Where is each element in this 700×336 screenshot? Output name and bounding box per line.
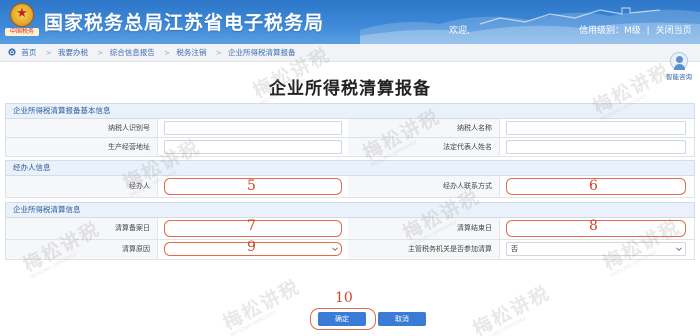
handler-input[interactable]: 5 xyxy=(164,178,342,195)
annotation-step-number: 10 xyxy=(335,290,353,306)
form-row: 经办人 5 经办人联系方式 6 xyxy=(5,176,695,198)
consultant-avatar-icon xyxy=(670,52,688,70)
watermark-sub: MEISONG JIANGSHUI xyxy=(479,315,528,336)
watermark: 梅松讲税 MEISONG JIANGSHUI xyxy=(468,278,557,336)
form-row: 清算原因 9 主管税务机关是否参加清算 否 xyxy=(5,239,695,260)
annotation-step-number: 9 xyxy=(247,239,256,255)
breadcrumb-my-tax[interactable]: 我要办税 xyxy=(58,48,88,57)
watermark-text: 梅松讲税 xyxy=(469,281,555,336)
section-basic-info-heading: 企业所得税清算报备基本信息 xyxy=(5,103,695,119)
section-handler-heading: 经办人信息 xyxy=(5,160,695,176)
tax-emblem-logo: ★ 中国税务 xyxy=(5,3,39,37)
taxpayer-id-input[interactable] xyxy=(164,121,342,135)
annotation-step-number: 5 xyxy=(247,178,256,194)
annotation-step-number: 6 xyxy=(589,178,598,194)
close-page-link[interactable]: 关闭当页 xyxy=(656,26,692,36)
page: ★ 中国税务 国家税务总局江苏省电子税务局 欢迎, 信用级别：M级 | 关闭当页… xyxy=(0,0,700,336)
tax-authority-participation-select[interactable]: 否 xyxy=(506,242,686,256)
cancel-button[interactable]: 取消 xyxy=(378,312,426,326)
breadcrumb-info-report[interactable]: 综合信息报告 xyxy=(110,48,155,57)
chevron-down-icon xyxy=(676,247,682,251)
user-info: 信用级别：M级 | 关闭当页 xyxy=(579,23,692,36)
great-wall-banner xyxy=(360,7,700,44)
business-address-input[interactable] xyxy=(164,140,342,154)
taxpayer-name-input[interactable] xyxy=(506,121,686,135)
watermark-sub: MEISONG JIANGSHUI xyxy=(229,309,278,336)
breadcrumb-deregistration[interactable]: 税务注销 xyxy=(176,48,206,57)
watermark: 梅松讲税 MEISONG JIANGSHUI xyxy=(218,272,307,336)
selected-value: 否 xyxy=(511,245,518,253)
chevron-right-icon: > xyxy=(97,49,104,57)
form-row: 清算备案日 7 清算结束日 8 xyxy=(5,218,695,240)
confirm-button[interactable]: 确定 xyxy=(318,312,366,326)
annotation-step-number: 7 xyxy=(247,218,256,234)
home-icon[interactable] xyxy=(8,48,16,56)
field-label: 清算原因 xyxy=(6,240,158,259)
annotation-step-number: 8 xyxy=(589,218,598,234)
form-row: 纳税人识别号 纳税人名称 xyxy=(5,119,695,138)
handler-contact-input[interactable]: 6 xyxy=(506,178,686,195)
site-title: 国家税务总局江苏省电子税务局 xyxy=(44,12,325,34)
field-label: 纳税人识别号 xyxy=(6,119,158,137)
field-label: 主管税务机关是否参加清算 xyxy=(348,240,500,259)
field-label: 清算结束日 xyxy=(348,218,500,239)
chevron-right-icon: > xyxy=(215,49,222,57)
liquidation-reason-select[interactable]: 9 xyxy=(164,239,342,256)
form-row: 生产经营地址 法定代表人姓名 xyxy=(5,138,695,157)
chevron-right-icon: > xyxy=(45,49,52,57)
legal-rep-name-input[interactable] xyxy=(506,140,686,154)
chevron-down-icon xyxy=(332,247,338,251)
site-header: ★ 中国税务 国家税务总局江苏省电子税务局 欢迎, 信用级别：M级 | 关闭当页 xyxy=(0,0,700,44)
liquidation-filing-date-input[interactable]: 7 xyxy=(164,218,342,237)
emblem-text: 中国税务 xyxy=(5,28,39,36)
breadcrumb-home[interactable]: 首页 xyxy=(21,48,36,57)
watermark-text: 梅松讲税 xyxy=(219,275,305,335)
field-label: 清算备案日 xyxy=(6,218,158,239)
section-liquidation-heading: 企业所得税清算信息 xyxy=(5,202,695,218)
separator: | xyxy=(646,26,650,36)
liquidation-end-date-input[interactable]: 8 xyxy=(506,218,686,237)
breadcrumb: 首页 > 我要办税 > 综合信息报告 > 税务注销 > 企业所得税清算报备 xyxy=(0,44,700,62)
field-label: 生产经营地址 xyxy=(6,138,158,156)
page-title: 企业所得税清算报备 xyxy=(269,79,431,99)
chevron-right-icon: > xyxy=(164,49,170,57)
field-label: 纳税人名称 xyxy=(348,119,500,137)
field-label: 经办人联系方式 xyxy=(348,176,500,197)
welcome-text: 欢迎, xyxy=(449,26,470,36)
breadcrumb-current: 企业所得税清算报备 xyxy=(228,48,296,57)
field-label: 法定代表人姓名 xyxy=(348,138,500,156)
credit-level: 信用级别：M级 xyxy=(579,26,641,36)
field-label: 经办人 xyxy=(6,176,158,197)
